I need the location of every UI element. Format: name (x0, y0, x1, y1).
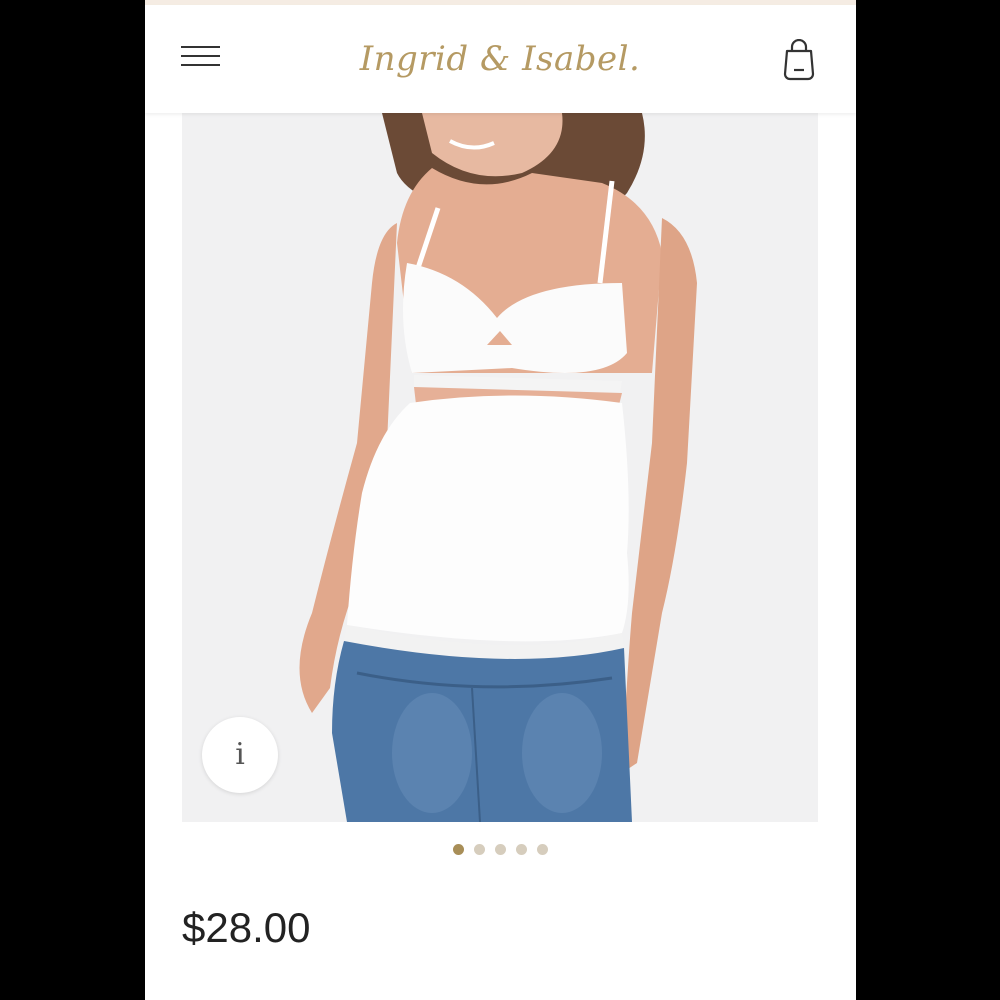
product-price: $28.00 (182, 904, 311, 951)
site-header: Ingrid & Isabel. (145, 5, 856, 113)
info-icon[interactable]: i (202, 717, 278, 793)
carousel-dot[interactable] (495, 844, 506, 855)
brand-logo-text: Ingrid & Isabel (359, 39, 629, 79)
carousel-dot[interactable] (474, 844, 485, 855)
phone-screen: Ingrid & Isabel. i $28.00 (145, 0, 856, 1000)
menu-line (181, 46, 220, 48)
brand-logo-mark: . (628, 39, 641, 79)
brand-logo[interactable]: Ingrid & Isabel. (335, 29, 665, 89)
menu-line (181, 64, 220, 66)
product-image[interactable]: i (182, 113, 818, 822)
menu-line (181, 55, 220, 57)
carousel-dot[interactable] (516, 844, 527, 855)
hamburger-menu-icon[interactable] (181, 43, 221, 69)
shopping-bag-icon[interactable] (781, 38, 817, 81)
image-carousel-dots (145, 844, 856, 858)
product-photo-illustration (299, 113, 697, 822)
carousel-dot[interactable] (537, 844, 548, 855)
carousel-dot[interactable] (453, 844, 464, 855)
